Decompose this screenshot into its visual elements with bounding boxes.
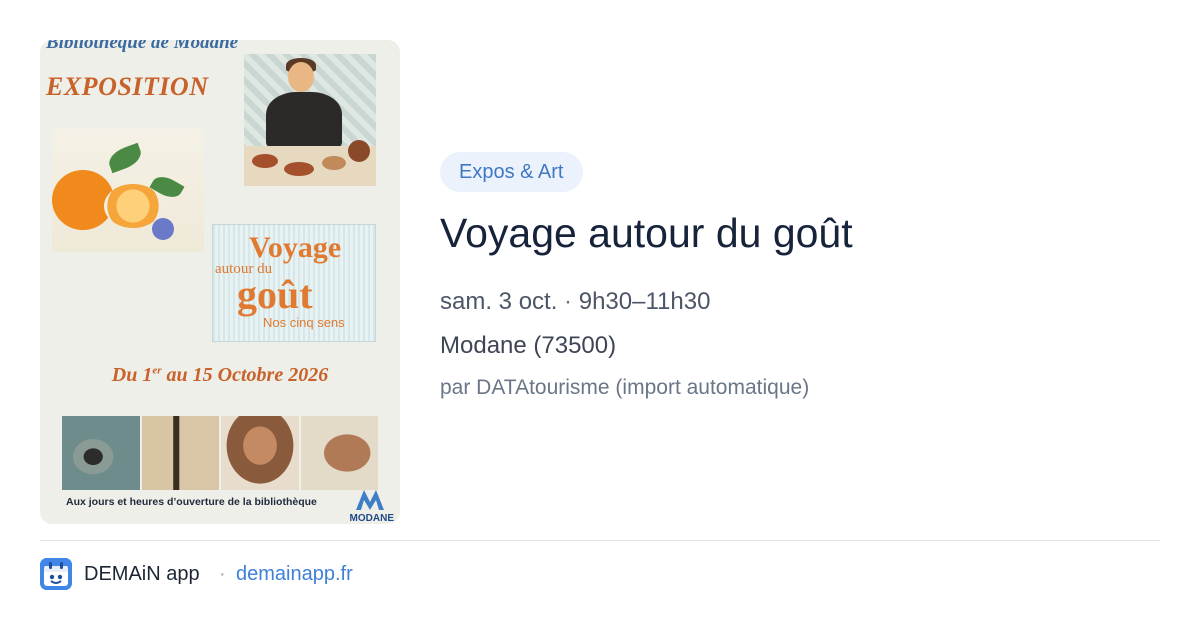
poster-title-box: Voyage autour du goût Nos cinq sens [212,224,376,342]
poster-library-name: Bibliothèque de Modane [46,40,239,53]
event-location: Modane (73500) [440,332,617,359]
poster-diner-illustration [244,54,376,186]
event-time: 9h30–11h30 [578,288,711,315]
demain-app-icon [40,558,72,590]
poster-title-line4: Nos cinq sens [263,315,345,330]
event-datetime: sam. 3 oct. · 9h30–11h30 [440,288,710,316]
modane-logo: MODANE [336,490,396,524]
poster-title-line3: goût [237,272,313,317]
event-poster-image: Bibliothèque de Modane EXPOSITION Voyage… [40,40,400,524]
poster-footer-text: Aux jours et heures d’ouverture de la bi… [66,496,317,508]
footer-divider [40,540,1160,541]
poster-dates: Du 1er au 15 Octobre 2026 [111,364,329,386]
footer-separator: · [219,563,226,585]
app-name: DEMAiN app [84,563,200,585]
category-badge[interactable]: Expos & Art [440,152,583,192]
event-title: Voyage autour du goût [440,210,853,256]
event-source: par DATAtourisme (import automatique) [440,376,810,399]
poster-heading: EXPOSITION [46,72,209,101]
datetime-separator: · [564,288,573,315]
poster-title-line1: Voyage [249,231,342,264]
app-website-link[interactable]: demainapp.fr [236,563,353,586]
event-date: sam. 3 oct. [440,288,558,315]
poster-oranges-illustration [52,128,204,252]
poster-photo-strip [62,416,378,490]
